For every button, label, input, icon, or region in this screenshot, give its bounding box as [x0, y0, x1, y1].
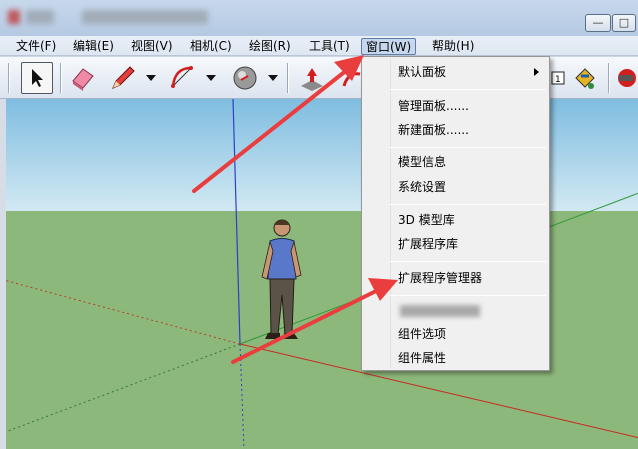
- minimize-button[interactable]: —: [585, 14, 611, 32]
- dimension-tool-button[interactable]: 1: [549, 62, 567, 94]
- eraser-tool-button[interactable]: [67, 62, 99, 94]
- toolbar-separator: [287, 63, 289, 93]
- svg-text:1: 1: [555, 75, 561, 85]
- arc-dropdown-icon[interactable]: [206, 73, 216, 83]
- menu-tools[interactable]: 工具(T): [305, 38, 354, 55]
- menu-separator: [390, 147, 546, 148]
- window-menu-dropdown: 默认面板 管理面板...... 新建面板...... 模型信息 系统设置 3D …: [361, 56, 550, 371]
- menu-draw[interactable]: 绘图(R): [245, 38, 295, 55]
- submenu-arrow-icon: [534, 68, 539, 76]
- window-title-detail: [82, 10, 208, 24]
- orbit-dropdown-icon[interactable]: [268, 73, 278, 83]
- toolbar-separator: [608, 63, 610, 93]
- paint-tool-button[interactable]: [569, 62, 601, 94]
- menu-item-new-panel[interactable]: 新建面板......: [398, 120, 469, 140]
- menu-item-preferences[interactable]: 系统设置: [398, 177, 446, 197]
- menu-window[interactable]: 窗口(W): [361, 38, 417, 55]
- menu-item-default-panels[interactable]: 默认面板: [398, 62, 446, 82]
- extension-tool-button[interactable]: [614, 62, 638, 94]
- menu-item-3d-warehouse[interactable]: 3D 模型库: [398, 210, 455, 230]
- menu-view[interactable]: 视图(V): [127, 38, 177, 55]
- extension-icon: [618, 69, 636, 87]
- push-pull-tool-button[interactable]: [296, 62, 328, 94]
- select-arrow-icon: [32, 69, 43, 87]
- toolbar-grip: [8, 63, 10, 93]
- arc-tool-button[interactable]: [168, 62, 200, 94]
- eraser-icon: [72, 68, 94, 91]
- menu-item-component-attributes[interactable]: 组件属性: [398, 348, 446, 368]
- menu-separator: [390, 204, 546, 205]
- menu-item-model-info[interactable]: 模型信息: [398, 152, 446, 172]
- arc-icon: [171, 66, 193, 88]
- paint-bucket-icon: [575, 68, 595, 89]
- pencil-icon: [112, 66, 135, 89]
- menu-camera[interactable]: 相机(C): [186, 38, 236, 55]
- pencil-tool-button[interactable]: [107, 62, 139, 94]
- menu-item-manage-panels[interactable]: 管理面板......: [398, 96, 469, 116]
- orbit-tool-button[interactable]: [229, 62, 261, 94]
- menu-help[interactable]: 帮助(H): [428, 38, 478, 55]
- menu-separator: [390, 261, 546, 262]
- select-tool-button[interactable]: [21, 62, 53, 94]
- window-title: [26, 10, 54, 24]
- menu-item-extension-warehouse[interactable]: 扩展程序库: [398, 234, 458, 254]
- menu-separator: [390, 295, 546, 296]
- orbit-icon: [233, 66, 257, 90]
- window-icon: [8, 10, 20, 24]
- toolbar-separator: [60, 63, 62, 93]
- menu-separator: [390, 89, 546, 90]
- push-pull-icon: [301, 68, 323, 91]
- menu-bar: 文件(F) 编辑(E) 视图(V) 相机(C) 绘图(R) 工具(T) 窗口(W…: [0, 36, 638, 56]
- menu-gutter: [390, 59, 391, 368]
- menu-item-component-options[interactable]: 组件选项: [398, 324, 446, 344]
- pencil-dropdown-icon[interactable]: [146, 73, 156, 83]
- maximize-button[interactable]: □: [612, 14, 636, 32]
- menu-edit[interactable]: 编辑(E): [69, 38, 118, 55]
- menu-item-redacted[interactable]: [400, 305, 480, 317]
- menu-item-extension-manager[interactable]: 扩展程序管理器: [398, 268, 482, 288]
- dimension-icon: 1: [551, 71, 565, 85]
- title-bar: — □: [0, 0, 638, 36]
- menu-file[interactable]: 文件(F): [12, 38, 60, 55]
